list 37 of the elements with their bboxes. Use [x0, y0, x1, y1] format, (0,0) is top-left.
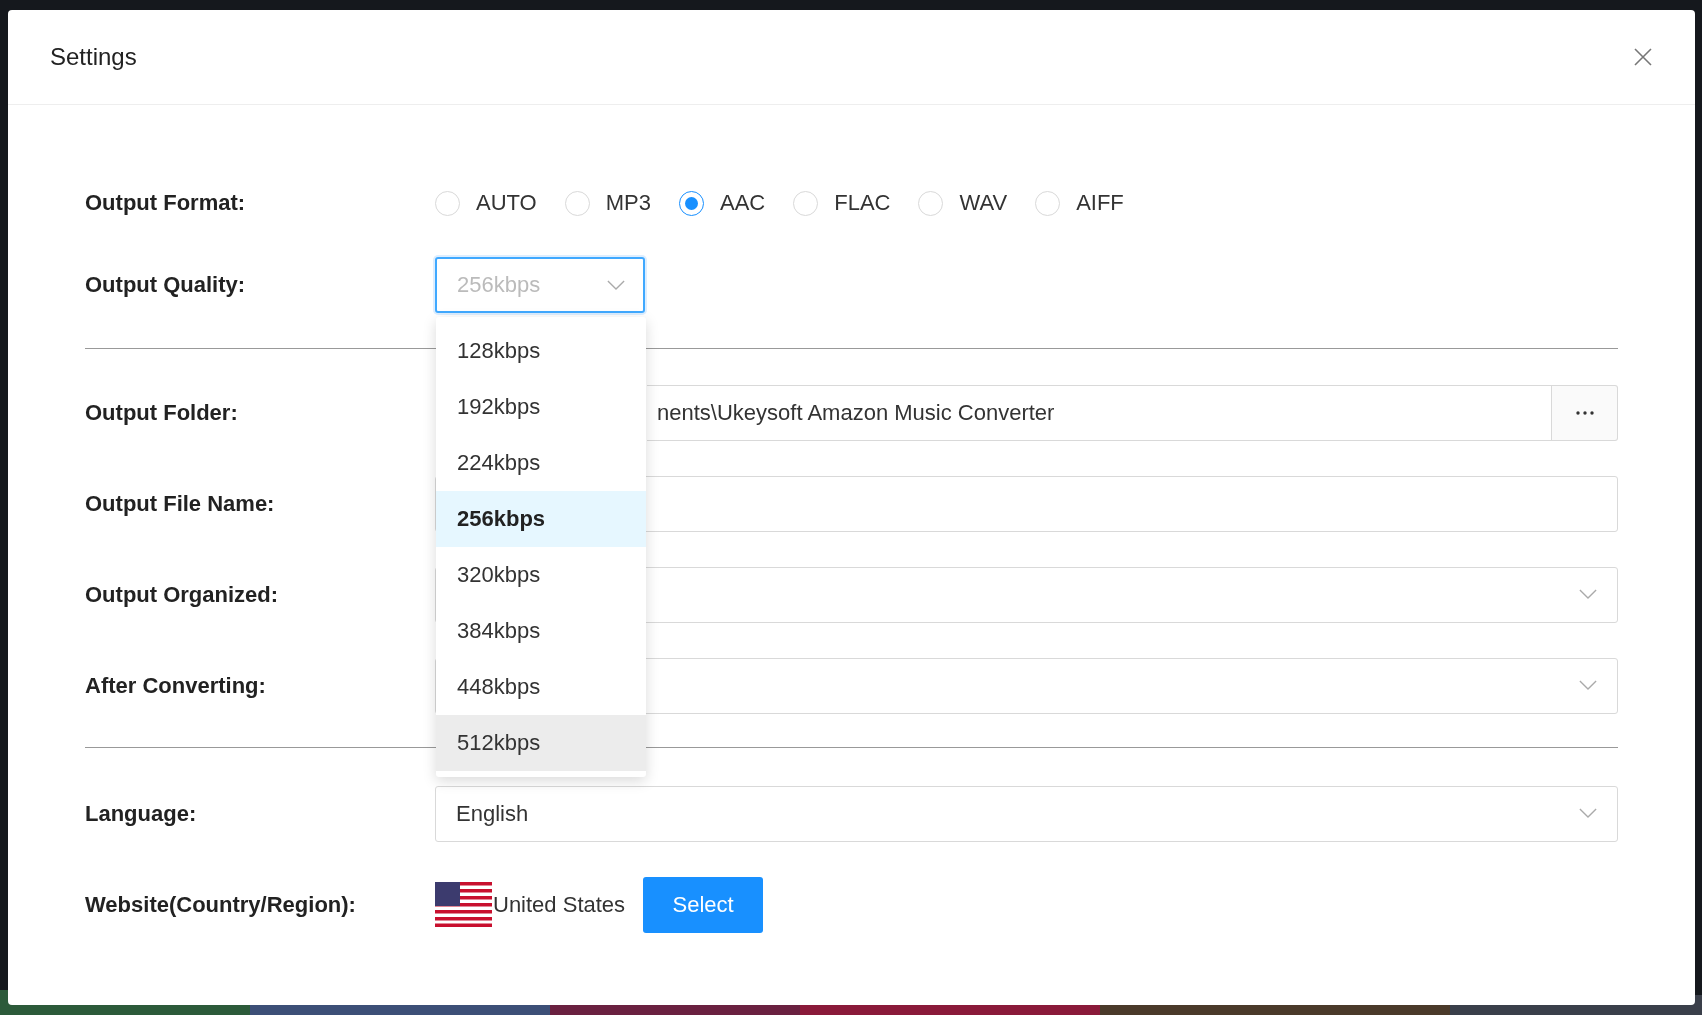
- dropdown-option[interactable]: 448kbps: [436, 659, 646, 715]
- input-field[interactable]: [435, 475, 1618, 532]
- radio-option[interactable]: AAC: [678, 190, 766, 216]
- field-label: Output Quality:: [85, 272, 247, 298]
- radio-option[interactable]: WAV: [918, 190, 1008, 216]
- dropdown-option[interactable]: 512kbps: [436, 715, 646, 771]
- dropdown-option[interactable]: 128kbps: [436, 323, 646, 379]
- flag-icon: [435, 882, 492, 927]
- chevron-icon: [607, 279, 625, 291]
- browse-button[interactable]: [1552, 384, 1618, 441]
- close-icon[interactable]: [1633, 47, 1653, 67]
- radio-option[interactable]: AUTO: [435, 190, 537, 216]
- dropdown-option[interactable]: 192kbps: [436, 379, 646, 435]
- field-label: Output File Name:: [85, 490, 276, 517]
- field-label: After Converting:: [85, 672, 267, 699]
- more-icon: [1575, 410, 1594, 415]
- chevron-icon: [1579, 808, 1597, 819]
- chevron-icon: [1579, 589, 1597, 600]
- dropdown-option[interactable]: 320kbps: [436, 547, 646, 603]
- country-name: United States: [493, 891, 626, 918]
- field-label: Output Folder:: [85, 399, 239, 426]
- radio-option[interactable]: MP3: [564, 190, 651, 216]
- select-field[interactable]: [435, 566, 1618, 623]
- chevron-icon: [1579, 680, 1597, 691]
- field-label: Output Format:: [85, 190, 247, 216]
- dropdown-option[interactable]: 224kbps: [436, 435, 646, 491]
- field-label: Language:: [85, 800, 198, 827]
- folder-field[interactable]: nents\Ukeysoft Amazon Music Converter: [647, 384, 1552, 441]
- radio-option[interactable]: AIFF: [1035, 190, 1124, 216]
- field-label: Output Organized:: [85, 581, 280, 608]
- select-field[interactable]: [435, 657, 1618, 714]
- dropdown-option[interactable]: 384kbps: [436, 603, 646, 659]
- dropdown-option[interactable]: 256kbps: [436, 491, 646, 547]
- window-title: Settings: [50, 43, 137, 71]
- radio-option[interactable]: FLAC: [793, 190, 891, 216]
- language-select[interactable]: English: [435, 785, 1618, 842]
- field-label: Website(Country/Region):: [85, 891, 357, 918]
